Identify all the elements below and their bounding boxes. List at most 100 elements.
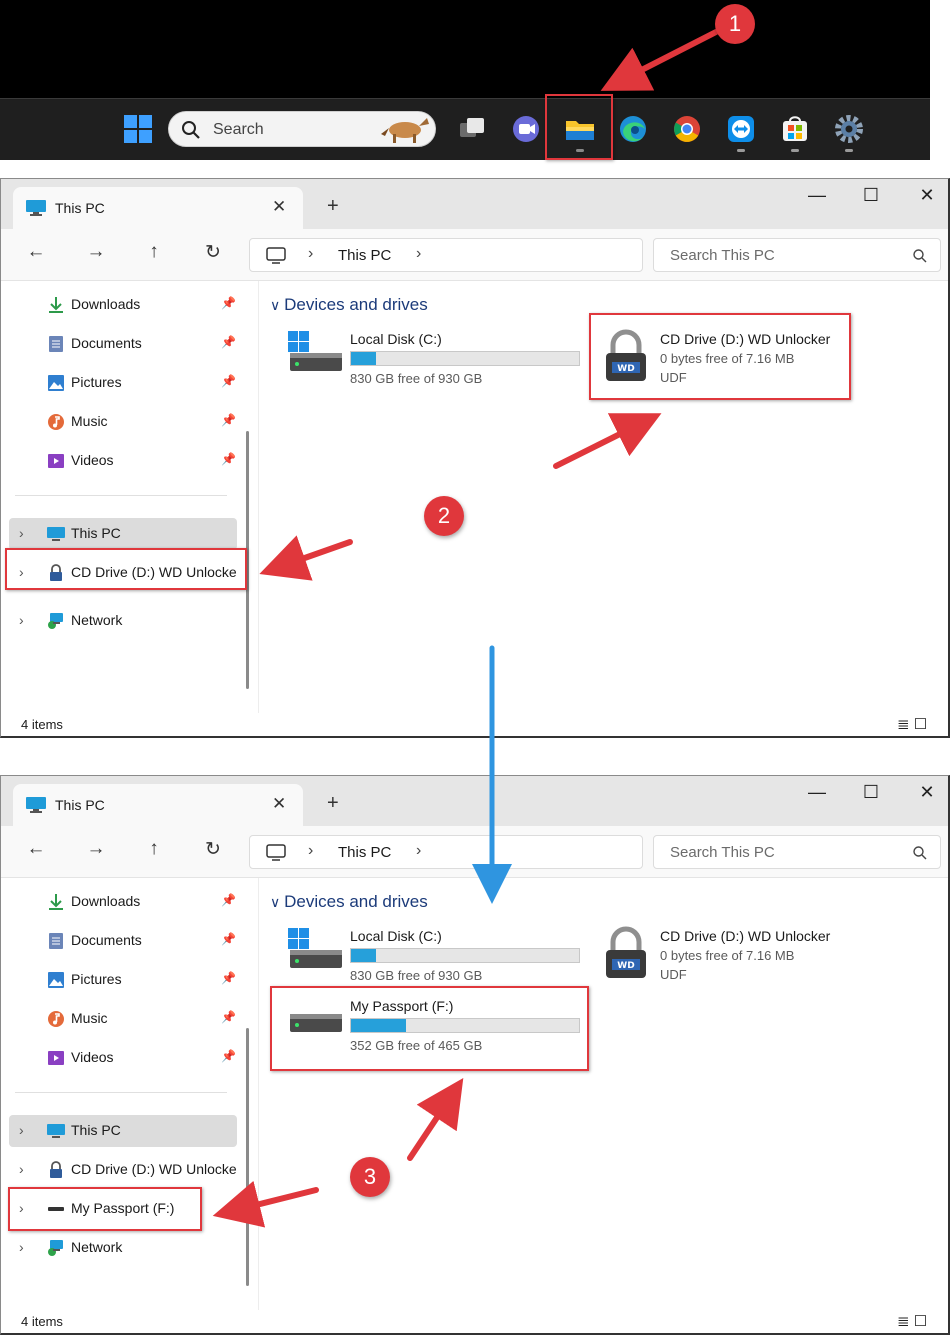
breadcrumb-chevron-icon[interactable]: ›: [308, 842, 313, 860]
videos-icon: [48, 454, 64, 468]
store-icon[interactable]: [779, 113, 811, 145]
pin-icon[interactable]: 📌: [221, 452, 236, 466]
drive-name: Local Disk (C:): [350, 331, 442, 347]
sidebar-item-cd-drive[interactable]: › CD Drive (D:) WD Unlocke: [9, 1154, 237, 1186]
chevron-right-icon[interactable]: ›: [19, 525, 24, 541]
sidebar-item-label: Documents: [71, 932, 142, 948]
minimize-button[interactable]: —: [797, 185, 837, 206]
sidebar-item-this-pc[interactable]: › This PC: [9, 1115, 237, 1147]
pin-icon[interactable]: 📌: [221, 413, 236, 427]
sidebar-item-documents[interactable]: Documents 📌: [9, 925, 237, 957]
search-box[interactable]: Search This PC: [653, 835, 941, 869]
sidebar-item-downloads[interactable]: Downloads 📌: [9, 289, 237, 321]
minimize-button[interactable]: —: [797, 782, 837, 803]
sidebar-item-this-pc[interactable]: › This PC: [9, 518, 237, 550]
sidebar-item-music[interactable]: Music 📌: [9, 406, 237, 438]
back-arrow-icon[interactable]: ←: [21, 838, 51, 860]
sidebar-item-network[interactable]: › Network: [9, 605, 237, 637]
drive-tile-cd-drive-d[interactable]: WD CD Drive (D:) WD Unlocker 0 bytes fre…: [598, 922, 858, 982]
breadcrumb-this-pc[interactable]: This PC: [338, 844, 391, 861]
sidebar-item-documents[interactable]: Documents 📌: [9, 328, 237, 360]
edge-icon[interactable]: [617, 113, 649, 145]
drive-free-space: 830 GB free of 930 GB: [350, 968, 483, 983]
refresh-icon[interactable]: ↻: [198, 838, 228, 861]
maximize-button[interactable]: ☐: [851, 185, 891, 206]
close-tab-icon[interactable]: ✕: [272, 794, 286, 814]
pin-icon[interactable]: 📌: [221, 374, 236, 388]
gear-icon[interactable]: [833, 113, 865, 145]
music-icon: [48, 414, 64, 430]
group-header-devices[interactable]: ∨ Devices and drives: [270, 295, 428, 315]
sidebar-item-label: Pictures: [71, 374, 122, 390]
close-tab-icon[interactable]: ✕: [272, 197, 286, 217]
forward-arrow-icon[interactable]: →: [81, 241, 111, 263]
step-badge-1: 1: [715, 4, 755, 44]
chevron-right-icon[interactable]: ›: [19, 612, 24, 628]
address-bar[interactable]: › This PC ›: [249, 238, 643, 272]
sidebar-item-videos[interactable]: Videos 📌: [9, 445, 237, 477]
sidebar-divider: [15, 1092, 227, 1093]
taskbar-running-indicator: [791, 149, 799, 152]
breadcrumb-chevron-icon[interactable]: ›: [308, 245, 313, 263]
chevron-down-icon: ∨: [270, 297, 285, 313]
teams-chat-icon[interactable]: [510, 113, 542, 145]
network-icon: [48, 1240, 63, 1256]
step-badge-3: 3: [350, 1157, 390, 1197]
taskbar-search-box[interactable]: Search: [168, 111, 436, 147]
monitor-icon: [26, 797, 46, 813]
monitor-icon: [47, 1124, 65, 1138]
windows-drive-icon: [288, 331, 342, 371]
sidebar-item-downloads[interactable]: Downloads 📌: [9, 886, 237, 918]
tab-this-pc[interactable]: This PC ✕: [13, 784, 303, 826]
monitor-icon: [47, 527, 65, 541]
drive-tile-local-disk-c[interactable]: Local Disk (C:) 830 GB free of 930 GB: [284, 924, 584, 983]
pin-icon[interactable]: 📌: [221, 1010, 236, 1024]
chevron-right-icon[interactable]: ›: [19, 1239, 24, 1255]
breadcrumb-this-pc[interactable]: This PC: [338, 247, 391, 264]
view-toggle-icons[interactable]: ≣ ☐: [897, 1312, 927, 1330]
pin-icon[interactable]: 📌: [221, 296, 236, 310]
new-tab-button[interactable]: +: [327, 195, 339, 218]
sidebar-item-videos[interactable]: Videos 📌: [9, 1042, 237, 1074]
windows-drive-icon: [288, 928, 342, 968]
pin-icon[interactable]: 📌: [221, 893, 236, 907]
pin-icon[interactable]: 📌: [221, 932, 236, 946]
windows-logo-icon[interactable]: [122, 113, 154, 145]
sidebar-item-pictures[interactable]: Pictures 📌: [9, 964, 237, 996]
sidebar-item-pictures[interactable]: Pictures 📌: [9, 367, 237, 399]
pin-icon[interactable]: 📌: [221, 1049, 236, 1063]
new-tab-button[interactable]: +: [327, 792, 339, 815]
up-arrow-icon[interactable]: ↑: [139, 241, 169, 263]
back-arrow-icon[interactable]: ←: [21, 241, 51, 263]
tab-this-pc[interactable]: This PC ✕: [13, 187, 303, 229]
teamviewer-icon[interactable]: [725, 113, 757, 145]
task-view-icon[interactable]: [456, 113, 488, 145]
search-box[interactable]: Search This PC: [653, 238, 941, 272]
pictures-icon: [48, 972, 64, 988]
pin-icon[interactable]: 📌: [221, 335, 236, 349]
up-arrow-icon[interactable]: ↑: [139, 838, 169, 860]
forward-arrow-icon[interactable]: →: [81, 838, 111, 860]
drive-tile-local-disk-c[interactable]: Local Disk (C:) 830 GB free of 930 GB: [284, 327, 584, 386]
view-toggle-icons[interactable]: ≣ ☐: [897, 715, 927, 733]
chevron-right-icon[interactable]: ›: [19, 1122, 24, 1138]
status-bar: 4 items ≣ ☐: [1, 1310, 948, 1333]
address-bar[interactable]: › This PC ›: [249, 835, 643, 869]
refresh-icon[interactable]: ↻: [198, 241, 228, 264]
maximize-button[interactable]: ☐: [851, 782, 891, 803]
close-button[interactable]: ✕: [907, 185, 947, 206]
close-button[interactable]: ✕: [907, 782, 947, 803]
sidebar-item-label: Documents: [71, 335, 142, 351]
chrome-icon[interactable]: [671, 113, 703, 145]
breadcrumb-chevron-icon[interactable]: ›: [416, 245, 421, 263]
sidebar-item-network[interactable]: › Network: [9, 1232, 237, 1264]
search-icon: [913, 249, 927, 263]
tab-label: This PC: [55, 797, 105, 813]
pin-icon[interactable]: 📌: [221, 971, 236, 985]
chevron-right-icon[interactable]: ›: [19, 1161, 24, 1177]
sidebar-item-music[interactable]: Music 📌: [9, 1003, 237, 1035]
group-header-devices[interactable]: ∨ Devices and drives: [270, 892, 428, 912]
drive-name: CD Drive (D:) WD Unlocker: [660, 928, 831, 944]
sidebar-scrollbar[interactable]: [246, 1028, 249, 1286]
breadcrumb-chevron-icon[interactable]: ›: [416, 842, 421, 860]
